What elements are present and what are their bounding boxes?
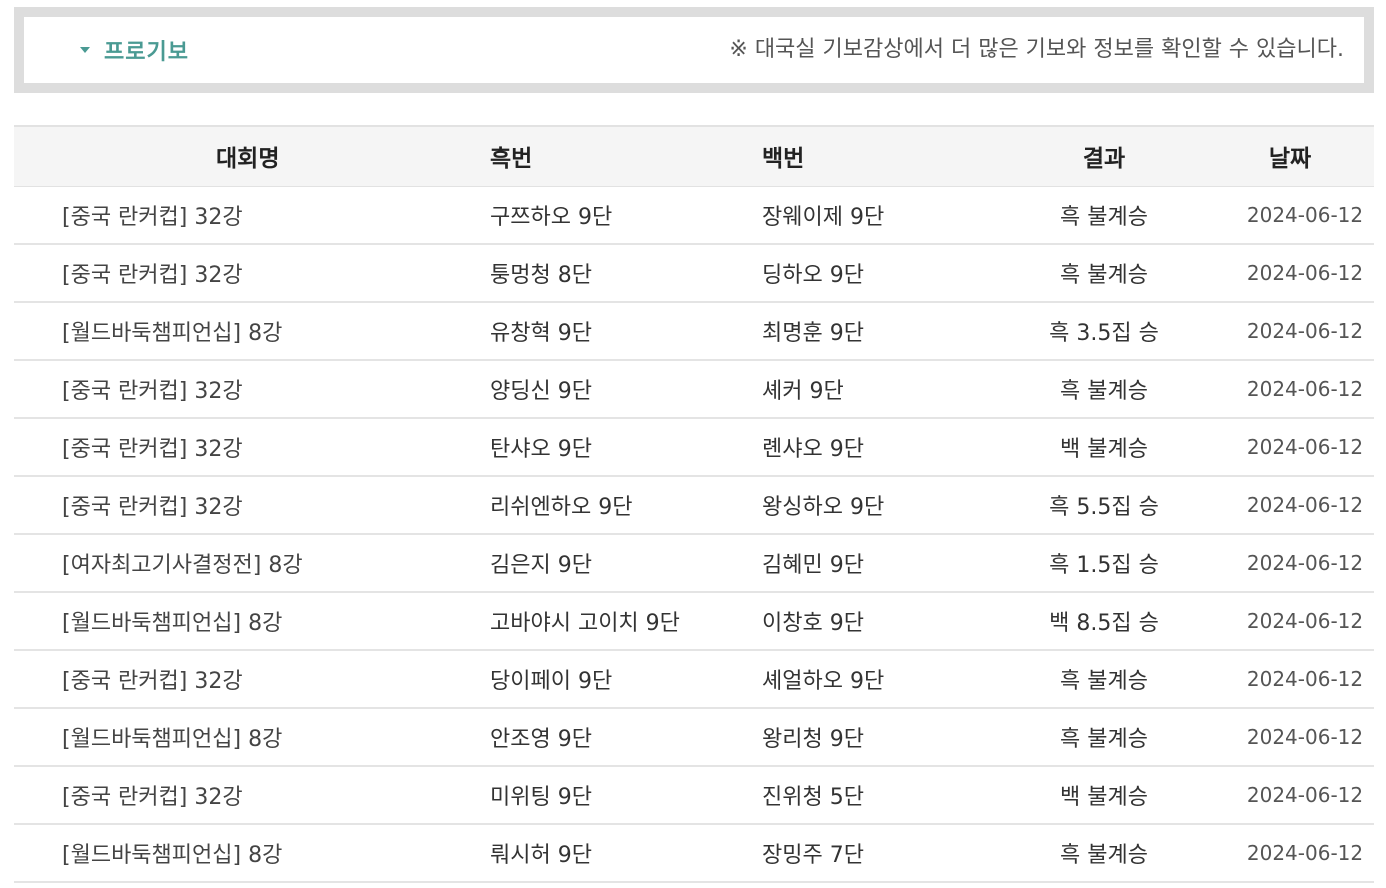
cell-result: 흑 불계승 <box>1002 824 1206 883</box>
cell-result: 흑 5.5집 승 <box>1002 476 1206 535</box>
table-row[interactable]: [중국 란커컵] 32강 구쯔하오 9단 장웨이제 9단 흑 불계승 2024-06-1… <box>14 186 1374 245</box>
cell-black-player: 당이페이 9단 <box>490 650 762 709</box>
cell-white-player: 김혜민 9단 <box>762 534 1002 593</box>
table-row[interactable]: [여자최고기사결정전] 8강 김은지 9단 김혜민 9단 흑 1.5집 승 2024-0… <box>14 534 1374 593</box>
cell-tournament: [중국 란커컵] 32강 <box>14 360 490 419</box>
cell-black-player: 구쯔하오 9단 <box>490 186 762 245</box>
cell-result: 흑 불계승 <box>1002 360 1206 419</box>
cell-date: 2024-06-12 <box>1206 592 1374 651</box>
table-row[interactable]: [중국 란커컵] 32강 리쉬엔하오 9단 왕싱하오 9단 흑 5.5집 승 2024-… <box>14 476 1374 535</box>
cell-white-player: 딩하오 9단 <box>762 244 1002 303</box>
cell-tournament: [중국 란커컵] 32강 <box>14 766 490 825</box>
cell-white-player: 이창호 9단 <box>762 592 1002 651</box>
cell-black-player: 퉁멍청 8단 <box>490 244 762 303</box>
table-row[interactable]: [월드바둑챔피언십] 8강 안조영 9단 왕리청 9단 흑 불계승 2024-06-12 <box>14 708 1374 767</box>
cell-tournament: [월드바둑챔피언십] 8강 <box>14 592 490 651</box>
cell-black-player: 뤄시허 9단 <box>490 824 762 883</box>
cell-white-player: 셰커 9단 <box>762 360 1002 419</box>
table-row[interactable]: [월드바둑챔피언십] 8강 유창혁 9단 최명훈 9단 흑 3.5집 승 2024-06… <box>14 302 1374 361</box>
cell-black-player: 김은지 9단 <box>490 534 762 593</box>
cell-white-player: 장웨이제 9단 <box>762 186 1002 245</box>
cell-result: 백 불계승 <box>1002 418 1206 477</box>
cell-white-player: 왕싱하오 9단 <box>762 476 1002 535</box>
table-row[interactable]: [중국 란커컵] 32강 탄샤오 9단 롄샤오 9단 백 불계승 2024-06-12 <box>14 418 1374 477</box>
cell-black-player: 리쉬엔하오 9단 <box>490 476 762 535</box>
cell-black-player: 유창혁 9단 <box>490 302 762 361</box>
cell-result: 흑 불계승 <box>1002 186 1206 245</box>
cell-black-player: 안조영 9단 <box>490 708 762 767</box>
cell-date: 2024-06-12 <box>1206 244 1374 303</box>
cell-result: 흑 3.5집 승 <box>1002 302 1206 361</box>
cell-white-player: 롄샤오 9단 <box>762 418 1002 477</box>
header-white-player: 백번 <box>762 125 1002 187</box>
cell-white-player: 최명훈 9단 <box>762 302 1002 361</box>
cell-date: 2024-06-12 <box>1206 534 1374 593</box>
cell-result: 백 불계승 <box>1002 766 1206 825</box>
cell-date: 2024-06-12 <box>1206 824 1374 883</box>
cell-date: 2024-06-12 <box>1206 418 1374 477</box>
table-row[interactable]: [중국 란커컵] 32강 당이페이 9단 셰얼하오 9단 흑 불계승 2024-06-1… <box>14 650 1374 709</box>
cell-date: 2024-06-12 <box>1206 360 1374 419</box>
table-row[interactable]: [중국 란커컵] 32강 양딩신 9단 셰커 9단 흑 불계승 2024-06-12 <box>14 360 1374 419</box>
header-result: 결과 <box>1002 125 1206 187</box>
cell-result: 흑 불계승 <box>1002 650 1206 709</box>
table-row[interactable]: [중국 란커컵] 32강 퉁멍청 8단 딩하오 9단 흑 불계승 2024-06-12 <box>14 244 1374 303</box>
table-header-row: 대회명 흑번 백번 결과 날짜 <box>14 125 1374 187</box>
header-tournament: 대회명 <box>14 125 490 187</box>
cell-tournament: [중국 란커컵] 32강 <box>14 476 490 535</box>
cell-black-player: 양딩신 9단 <box>490 360 762 419</box>
table-row[interactable]: [중국 란커컵] 32강 미위팅 9단 진위청 5단 백 불계승 2024-06-12 <box>14 766 1374 825</box>
table-body: [중국 란커컵] 32강 구쯔하오 9단 장웨이제 9단 흑 불계승 2024-06-1… <box>14 186 1374 883</box>
cell-date: 2024-06-12 <box>1206 476 1374 535</box>
cell-result: 흑 불계승 <box>1002 708 1206 767</box>
header-date: 날짜 <box>1206 125 1374 187</box>
cell-date: 2024-06-12 <box>1206 302 1374 361</box>
cell-black-player: 탄샤오 9단 <box>490 418 762 477</box>
cell-tournament: [중국 란커컵] 32강 <box>14 418 490 477</box>
cell-date: 2024-06-12 <box>1206 650 1374 709</box>
table-row[interactable]: [월드바둑챔피언십] 8강 고바야시 고이치 9단 이창호 9단 백 8.5집 승 20… <box>14 592 1374 651</box>
cell-tournament: [중국 란커컵] 32강 <box>14 244 490 303</box>
cell-white-player: 장밍주 7단 <box>762 824 1002 883</box>
cell-black-player: 미위팅 9단 <box>490 766 762 825</box>
cell-white-player: 셰얼하오 9단 <box>762 650 1002 709</box>
table-row[interactable]: [월드바둑챔피언십] 8강 뤄시허 9단 장밍주 7단 흑 불계승 2024-06-12 <box>14 824 1374 883</box>
cell-tournament: [월드바둑챔피언십] 8강 <box>14 824 490 883</box>
cell-result: 흑 1.5집 승 <box>1002 534 1206 593</box>
cell-tournament: [월드바둑챔피언십] 8강 <box>14 302 490 361</box>
pro-records-toggle[interactable]: 프로기보 <box>80 17 189 83</box>
cell-white-player: 진위청 5단 <box>762 766 1002 825</box>
pro-records-title: 프로기보 <box>104 40 189 65</box>
cell-tournament: [여자최고기사결정전] 8강 <box>14 534 490 593</box>
cell-date: 2024-06-12 <box>1206 708 1374 767</box>
triangle-down-icon <box>80 47 90 53</box>
cell-tournament: [중국 란커컵] 32강 <box>14 650 490 709</box>
cell-tournament: [월드바둑챔피언십] 8강 <box>14 708 490 767</box>
cell-black-player: 고바야시 고이치 9단 <box>490 592 762 651</box>
cell-date: 2024-06-12 <box>1206 186 1374 245</box>
header-black-player: 흑번 <box>490 125 762 187</box>
notice-box: 프로기보 ※ 대국실 기보감상에서 더 많은 기보와 정보를 확인할 수 있습니… <box>14 7 1374 93</box>
cell-tournament: [중국 란커컵] 32강 <box>14 186 490 245</box>
notice-message: ※ 대국실 기보감상에서 더 많은 기보와 정보를 확인할 수 있습니다. <box>729 37 1344 62</box>
cell-result: 백 8.5집 승 <box>1002 592 1206 651</box>
cell-date: 2024-06-12 <box>1206 766 1374 825</box>
cell-result: 흑 불계승 <box>1002 244 1206 303</box>
game-records-table: 대회명 흑번 백번 결과 날짜 [중국 란커컵] 32강 구쯔하오 9단 장웨이제 … <box>14 125 1374 883</box>
cell-white-player: 왕리청 9단 <box>762 708 1002 767</box>
